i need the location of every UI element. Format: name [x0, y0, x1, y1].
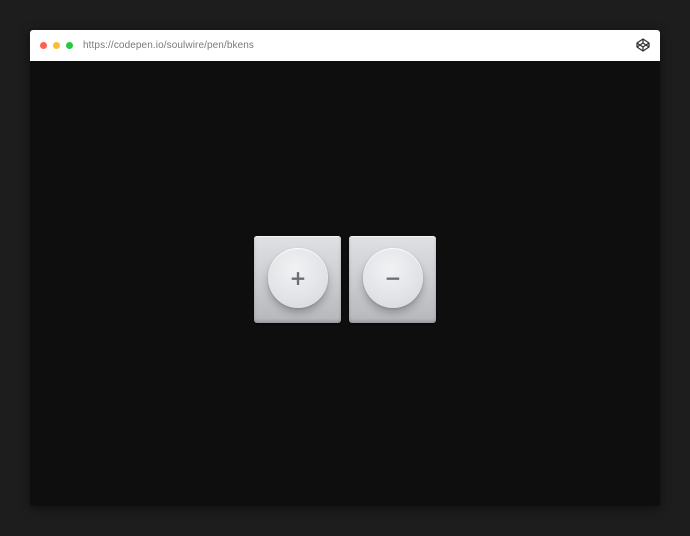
zoom-dot[interactable]: [66, 42, 73, 49]
plus-key[interactable]: +: [254, 236, 341, 323]
close-dot[interactable]: [40, 42, 47, 49]
minus-icon: −: [384, 266, 402, 290]
minus-key[interactable]: −: [349, 236, 436, 323]
codepen-logo-icon: [636, 38, 650, 52]
browser-window: https://codepen.io/soulwire/pen/bkens + …: [30, 30, 660, 506]
pen-preview: + −: [30, 61, 660, 506]
minus-knob[interactable]: −: [363, 248, 423, 308]
minimize-dot[interactable]: [53, 42, 60, 49]
key-group: + −: [254, 236, 436, 323]
plus-knob[interactable]: +: [268, 248, 328, 308]
traffic-lights: [40, 42, 73, 49]
url-text: https://codepen.io/soulwire/pen/bkens: [83, 40, 255, 51]
browser-title-bar: https://codepen.io/soulwire/pen/bkens: [30, 30, 660, 61]
plus-icon: +: [289, 266, 307, 290]
